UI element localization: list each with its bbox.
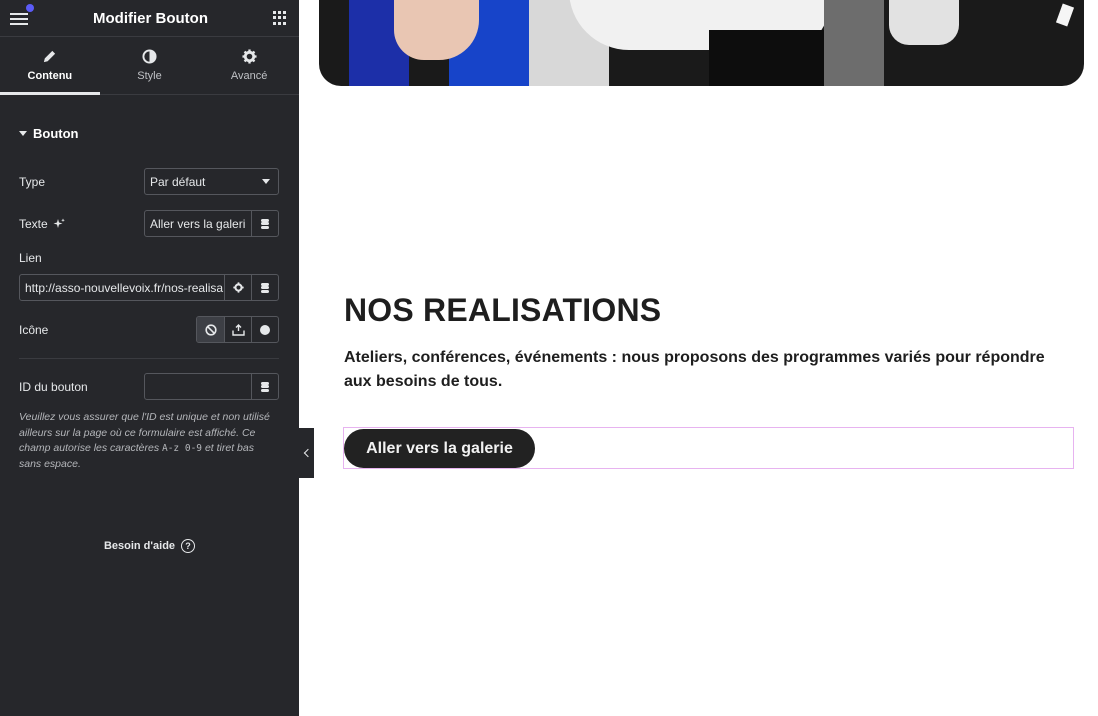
lien-input-group: http://asso-nouvellevoix.fr/nos-realisa [19,274,279,301]
gear-icon [232,282,244,293]
icone-selector [196,316,279,343]
apps-grid-icon[interactable] [272,11,287,25]
type-select[interactable]: Par défaut [144,168,279,195]
tab-avance-label: Avancé [230,70,268,82]
texte-control: Texte Aller vers la galeri [19,210,279,237]
type-label: Type [19,174,46,189]
link-options-button[interactable] [224,275,251,300]
menu-icon[interactable] [10,4,34,25]
chevron-left-icon [303,448,313,458]
type-control: Type Par défaut [19,168,279,195]
database-icon [261,218,270,229]
gallery-photo [319,0,1084,86]
tab-avance[interactable]: Avancé [199,37,299,94]
tab-contenu[interactable]: Contenu [0,37,100,95]
lien-control: http://asso-nouvellevoix.fr/nos-realisa [19,274,279,301]
section-heading[interactable]: NOS REALISATIONS [344,292,661,329]
caret-down-icon [19,131,27,136]
tab-style[interactable]: Style [100,37,200,94]
section-description[interactable]: Ateliers, conférences, événements : nous… [344,346,1064,394]
id-input[interactable] [145,374,251,399]
icone-control: Icône [19,316,279,343]
id-control: ID du bouton [19,373,279,400]
lien-input[interactable]: http://asso-nouvellevoix.fr/nos-realisa [20,275,224,300]
collapse-panel-button[interactable] [299,428,314,478]
editor-window: Modifier Bouton Contenu Style Avancé Bou… [0,0,1098,716]
texte-input-group: Aller vers la galeri [144,210,279,237]
database-icon [261,282,270,293]
gallery-button[interactable]: Aller vers la galerie [344,429,535,468]
texte-label: Texte [19,216,48,231]
help-link-label: Besoin d'aide [103,540,176,552]
icon-none-option[interactable] [197,317,224,342]
database-icon [261,381,270,392]
ban-icon [204,323,217,336]
panel-tabs: Contenu Style Avancé [0,37,299,95]
section-toggle-bouton[interactable]: Bouton [0,95,299,141]
gear-icon [242,49,257,64]
panel-header: Modifier Bouton [0,0,299,37]
dynamic-tags-button[interactable] [251,211,278,236]
divider [19,358,279,359]
help-link[interactable]: Besoin d'aide ? [0,539,299,553]
help-text-code: A-z 0-9 [161,443,203,454]
id-input-group [144,373,279,400]
editor-panel: Modifier Bouton Contenu Style Avancé Bou… [0,0,299,716]
id-help-text: Veuillez vous assurer que l'ID est uniqu… [19,410,279,472]
type-select-value: Par défaut [150,174,206,189]
icon-upload-option[interactable] [224,317,251,342]
dynamic-tags-button[interactable] [251,374,278,399]
circle-icon [260,324,270,335]
contrast-icon [142,49,157,64]
id-label: ID du bouton [19,379,88,394]
icon-library-option[interactable] [251,317,278,342]
upload-icon [231,323,245,336]
ai-sparkle-icon[interactable] [53,218,65,230]
dynamic-tags-button[interactable] [251,275,278,300]
question-circle-icon: ? [181,539,196,553]
tab-style-label: Style [137,70,162,82]
chevron-down-icon [262,179,270,184]
lien-label: Lien [19,251,42,265]
pencil-icon [44,50,56,63]
section-title: Bouton [33,126,79,141]
notification-dot [26,4,34,12]
tab-contenu-label: Contenu [27,70,73,82]
icone-label: Icône [19,322,49,337]
texte-input[interactable]: Aller vers la galeri [145,211,251,236]
panel-title: Modifier Bouton [93,9,208,27]
texte-label-wrap: Texte [19,217,65,231]
